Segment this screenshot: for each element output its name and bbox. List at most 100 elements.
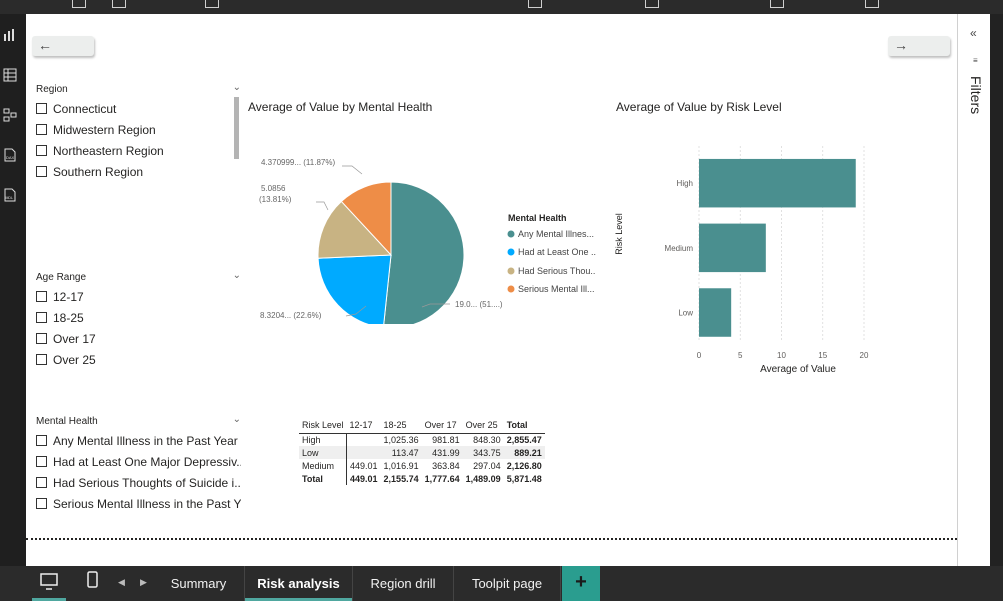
dax-query-icon[interactable]: DAX — [3, 148, 17, 162]
slicer-item[interactable]: Serious Mental Illness in the Past Y... — [36, 493, 241, 514]
slicer-item[interactable]: Over 17 — [36, 328, 241, 349]
slicer-item[interactable]: 12-17 — [36, 286, 241, 307]
prev-page-icon[interactable]: ◀ — [118, 577, 125, 588]
tab-region-drill[interactable]: Region drill — [353, 566, 454, 601]
shape-icon[interactable] — [528, 0, 542, 8]
chevron-down-icon[interactable]: ⌄ — [233, 270, 241, 281]
matrix-header[interactable]: Over 17 — [421, 418, 463, 434]
matrix-row-header: Medium — [299, 459, 348, 472]
checkbox[interactable] — [36, 124, 47, 135]
visualizations-pane-edge[interactable] — [990, 14, 1003, 566]
leader-line — [316, 201, 329, 211]
matrix-cell: 889.21 — [503, 446, 545, 459]
y-category-label: Low — [678, 309, 693, 318]
bar-high[interactable] — [699, 158, 856, 208]
checkbox[interactable] — [36, 477, 47, 488]
pie-data-label: 19.0... (51....) — [455, 300, 503, 309]
table-view-icon[interactable] — [3, 68, 17, 82]
tab-toolpit-page[interactable]: Toolpit page — [454, 566, 561, 601]
monitor-icon[interactable] — [770, 0, 784, 8]
pie-chart[interactable]: 4.370999... (11.87%) 5.0856 (13.81%) 8.3… — [246, 144, 596, 324]
slicer-item[interactable]: Had Serious Thoughts of Suicide i... — [36, 472, 241, 493]
report-view-icon[interactable] — [3, 28, 17, 42]
tab-summary[interactable]: Summary — [153, 566, 245, 601]
new-visual-icon[interactable] — [72, 0, 86, 8]
pie-data-label: 5.0856 — [261, 184, 286, 193]
slicer-item[interactable]: Midwestern Region — [36, 119, 241, 140]
expand-pane-icon[interactable]: « — [970, 26, 977, 40]
x-tick-label: 5 — [738, 351, 743, 360]
matrix-header[interactable]: Over 25 — [462, 418, 504, 434]
matrix-cell: 848.30 — [473, 434, 501, 445]
mobile-layout-button[interactable] — [82, 566, 104, 601]
tmdl-view-icon[interactable]: MDL — [3, 188, 17, 202]
chevron-down-icon[interactable]: ⌄ — [233, 414, 241, 425]
bar-low[interactable] — [699, 288, 732, 337]
back-arrow-icon: ← — [38, 37, 52, 53]
checkbox[interactable] — [36, 103, 47, 114]
pie-chart-title: Average of Value by Mental Health — [248, 100, 433, 114]
page-tabs-bar: ◀ ▶ Summary Risk analysis Region drill T… — [0, 566, 1003, 601]
bar-chart[interactable]: High Medium Low 0 5 10 15 20 Risk Level Averag… — [611, 134, 941, 379]
matrix-cell: 1,489.09 — [465, 473, 501, 484]
slicer-item[interactable]: Had at Least One Major Depressiv... — [36, 451, 241, 472]
matrix-cell: 431.99 — [421, 446, 463, 459]
y-category-label: Medium — [665, 244, 694, 253]
slicer-item[interactable]: Any Mental Illness in the Past Year — [36, 430, 241, 451]
checkbox[interactable] — [36, 354, 47, 365]
add-page-button[interactable]: + — [562, 566, 600, 601]
checkbox[interactable] — [36, 456, 47, 467]
forward-arrow-icon: → — [894, 37, 908, 53]
pie-slice[interactable] — [317, 254, 392, 324]
legend-item[interactable]: Had at Least One ... — [518, 247, 596, 257]
visual-icon[interactable] — [112, 0, 126, 8]
legend-item[interactable]: Serious Mental Ill... — [518, 284, 595, 294]
checkbox[interactable] — [36, 145, 47, 156]
filters-label[interactable]: Filters — [968, 76, 984, 114]
model-view-icon[interactable] — [3, 108, 17, 122]
leader-line — [342, 165, 363, 175]
slicer-item[interactable]: Northeastern Region — [36, 140, 241, 161]
chevron-down-icon[interactable]: ⌄ — [233, 82, 241, 93]
slicer-scrollbar[interactable] — [234, 97, 239, 159]
matrix-row-header: High — [299, 433, 348, 446]
slicer-item[interactable]: Connecticut — [36, 98, 241, 119]
legend-item[interactable]: Had Serious Thou... — [518, 266, 596, 276]
matrix-cell: 1,025.36 — [383, 434, 419, 445]
risk-matrix[interactable]: Risk Level 12-17 18-25 Over 17 Over 25 T… — [299, 418, 545, 485]
monitor-icon — [40, 573, 58, 590]
next-page-icon[interactable]: ▶ — [140, 577, 147, 588]
x-tick-label: 0 — [697, 351, 702, 360]
matrix-header[interactable]: 18-25 — [380, 418, 422, 434]
matrix-header[interactable]: Risk Level — [299, 418, 347, 434]
slicer-item[interactable]: Over 25 — [36, 349, 241, 370]
filter-icon[interactable]: ≡ — [973, 56, 978, 65]
forward-button[interactable]: → — [888, 36, 950, 56]
checkbox[interactable] — [36, 498, 47, 509]
slicer-item[interactable]: Southern Region — [36, 161, 241, 182]
checkbox[interactable] — [36, 166, 47, 177]
region-slicer: Region ⌄ Connecticut Midwestern Region N… — [36, 82, 241, 182]
checkbox[interactable] — [36, 312, 47, 323]
desktop-layout-button[interactable] — [32, 566, 66, 601]
pie-slice[interactable] — [383, 181, 465, 324]
slicer-item[interactable]: 18-25 — [36, 307, 241, 328]
settings-icon[interactable] — [865, 0, 879, 8]
calculator-icon[interactable] — [645, 0, 659, 8]
matrix-cell: 1,016.91 — [383, 460, 419, 471]
matrix-header[interactable]: Total — [503, 418, 545, 434]
checkbox[interactable] — [36, 435, 47, 446]
back-button[interactable]: ← — [32, 36, 94, 56]
table-row: High 1,025.36 981.81 848.30 2,855.47 — [299, 433, 545, 446]
matrix-cell: 449.01 — [350, 473, 378, 484]
matrix-cell: 981.81 — [432, 434, 460, 445]
tab-risk-analysis[interactable]: Risk analysis — [245, 566, 353, 601]
checkbox[interactable] — [36, 291, 47, 302]
legend-item[interactable]: Any Mental Illnes... — [518, 229, 594, 239]
matrix-header[interactable]: 12-17 — [346, 418, 381, 434]
legend-marker — [507, 248, 515, 256]
checkbox[interactable] — [36, 333, 47, 344]
textbox-icon[interactable] — [205, 0, 219, 8]
matrix-cell: 113.47 — [380, 446, 422, 459]
bar-medium[interactable] — [699, 223, 766, 273]
